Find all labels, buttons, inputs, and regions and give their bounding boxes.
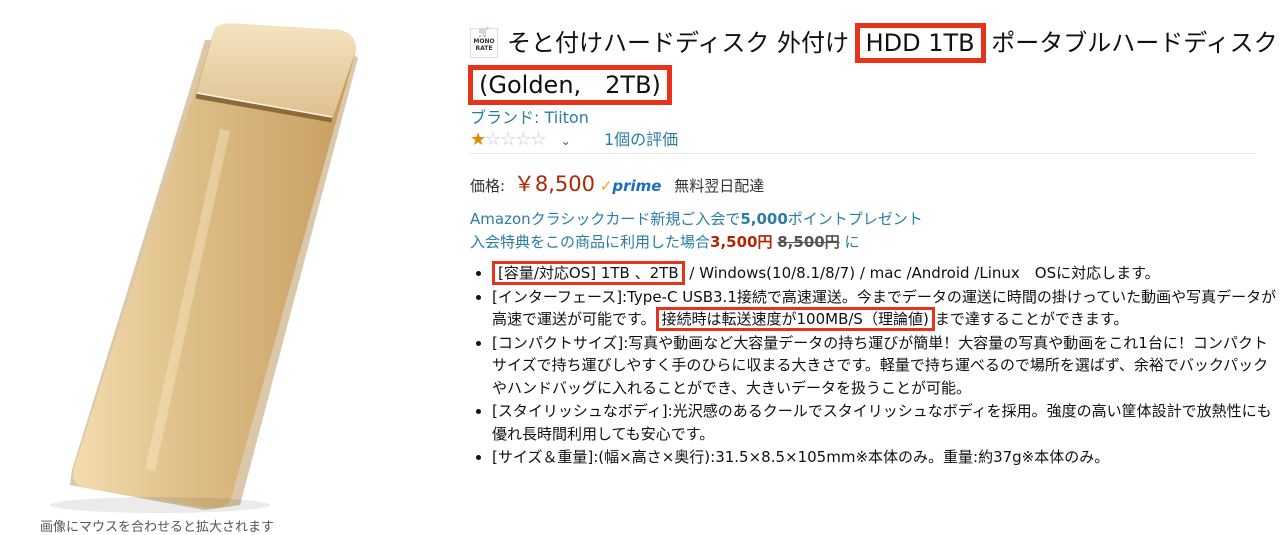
price-label: 価格: — [470, 177, 506, 195]
promo-points: 5,000 — [740, 210, 788, 228]
rating-count-link[interactable]: 1個の評価 — [604, 130, 678, 149]
promo-line1-post: ポイントプレゼント — [787, 210, 923, 228]
mono-rate-logo-text: MONO RATE — [473, 38, 495, 52]
zoom-hint: 画像にマウスを合わせると拡大されます — [40, 520, 275, 535]
bullet-highlight-speed: 接続時は転送速度が100MB/S（理論値) — [655, 307, 935, 331]
promo-discount-price: 3,500円 — [710, 233, 773, 251]
title-text-1: そと付けハードディスク 外付け — [507, 29, 849, 57]
prime-check-icon: ✓ — [599, 177, 613, 195]
product-image[interactable] — [0, 0, 420, 531]
divider — [470, 153, 1256, 154]
title-highlight-variant: (Golden, 2TB) — [468, 65, 672, 105]
price-value: ￥8,500 — [513, 172, 595, 196]
promo-original-price: 8,500円 — [777, 233, 840, 251]
title-text-2: ポータブルハードディスク — [991, 29, 1278, 57]
promo-line2-post: に — [844, 233, 860, 251]
chevron-down-icon[interactable]: ⌄ — [561, 134, 571, 148]
promo-line1-pre: Amazonクラシックカード新規ご入会で — [470, 210, 741, 228]
list-item: [容量/対応OS] 1TB 、2TB / Windows(10/8.1/8/7)… — [492, 261, 1280, 285]
list-item: [インターフェース]:Type-C USB3.1接続で高速運送。今までデータの運… — [492, 286, 1280, 331]
list-item: [コンパクトサイズ]:写真や動画など大容量データの持ち運びが簡単！大容量の写真や… — [492, 332, 1280, 400]
list-item: [サイズ＆重量]:(幅×高さ×奥行):31.5×8.5×105mm※本体のみ。重… — [492, 446, 1280, 469]
brand-link[interactable]: ブランド: Tiiton — [470, 104, 589, 128]
mono-rate-logo[interactable]: 🛒 MONO RATE — [470, 28, 498, 58]
bullet-text: まで達することができます。 — [934, 310, 1129, 328]
feature-bullets: [容量/対応OS] 1TB 、2TB / Windows(10/8.1/8/7)… — [470, 261, 1280, 470]
shipping-info: 無料翌日配達 — [674, 177, 765, 195]
prime-label: prime — [612, 177, 662, 195]
list-item: [スタイリッシュなボディ]:光沢感のあるクールでスタイリッシュなボディを採用。強… — [492, 400, 1280, 445]
cart-icon: 🛒 — [478, 28, 490, 38]
product-image-panel[interactable]: 画像にマウスを合わせると拡大されます — [0, 0, 420, 535]
star-rating[interactable]: ★☆☆☆☆ — [470, 129, 547, 150]
rating-row: ★☆☆☆☆ ⌄ 1個の評価 — [470, 126, 678, 150]
price-row: 価格: ￥8,500 ✓prime 無料翌日配達 — [470, 168, 764, 198]
bullet-text: / Windows(10/8.1/8/7) / mac /Android /Li… — [689, 264, 1160, 282]
bullet-highlight-capacity: [容量/対応OS] 1TB 、2TB — [492, 261, 685, 285]
promo-line2-pre: 入会特典をこの商品に利用した場合 — [470, 233, 711, 251]
card-promo[interactable]: Amazonクラシックカード新規ご入会で5,000ポイントプレゼント 入会特典を… — [470, 208, 923, 254]
prime-badge[interactable]: ✓prime — [600, 177, 662, 195]
title-highlight-capacity: HDD 1TB — [854, 23, 986, 63]
